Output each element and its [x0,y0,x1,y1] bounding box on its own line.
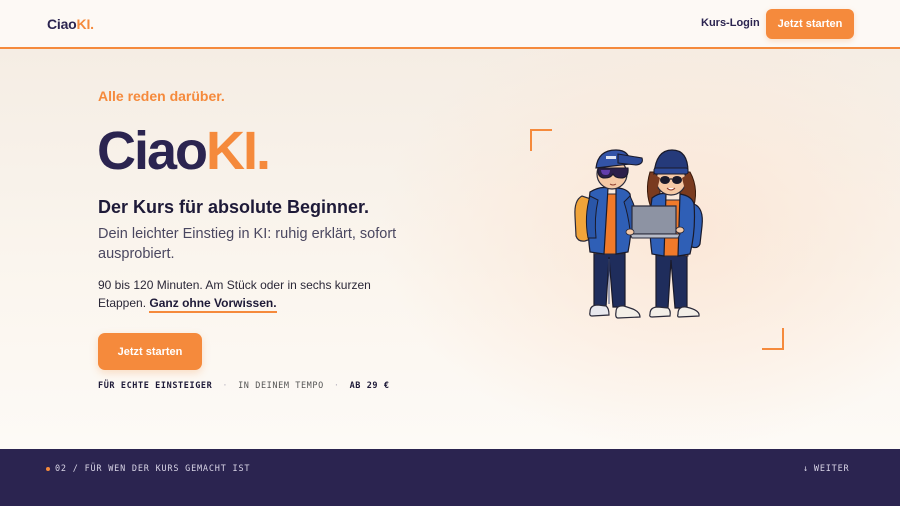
hero-meta: FÜR ECHTE EINSTEIGER · IN DEINEM TEMPO ·… [98,381,390,391]
hero-body-emphasis: Ganz ohne Vorwissen. [149,296,277,313]
logo[interactable]: CiaoKI. [47,16,94,32]
course-login-link[interactable]: Kurs-Login [701,17,760,29]
hero-body: 90 bis 120 Minuten. Am Stück oder in sec… [98,276,398,313]
hero-title-main: Ciao [97,121,208,181]
section-label-text: 02 / FÜR WEN DER KURS GEMACHT IST [55,464,251,474]
frame-corner-bottom-right [762,328,784,350]
hero-start-button[interactable]: Jetzt starten [98,333,202,370]
hero-lead: Dein leichter Einstieg in KI: ruhig erkl… [98,226,397,262]
section-footer-bar: 02 / FÜR WEN DER KURS GEMACHT IST ↓ WEIT… [0,449,900,506]
meta-item-price: AB 29 € [349,381,390,391]
header-start-button[interactable]: Jetzt starten [766,9,854,39]
hero-eyebrow: Alle reden darüber. [98,88,225,104]
hero-title: CiaoKI. [97,121,271,181]
section-indicator: 02 / FÜR WEN DER KURS GEMACHT IST [46,464,250,474]
meta-separator: · [333,381,340,391]
logo-accent: KI. [76,16,95,32]
arrow-down-icon: ↓ [803,464,809,474]
two-kids-with-laptop-illustration [568,144,718,338]
bullet-dot-icon [46,467,50,471]
meta-separator: · [222,381,229,391]
frame-corner-top-left [530,129,552,151]
logo-main: Ciao [47,16,77,32]
site-header: CiaoKI. Kurs-Login Jetzt starten [0,0,900,49]
meta-item-pace: IN DEINEM TEMPO [238,381,324,391]
next-section-link[interactable]: ↓ WEITER [803,464,849,474]
meta-item-beginners: FÜR ECHTE EINSTEIGER [98,381,213,391]
hero-subtitle: Der Kurs für absolute Beginner. [98,197,370,217]
next-section-label: WEITER [813,464,850,474]
hero-title-accent: KI. [206,121,271,181]
